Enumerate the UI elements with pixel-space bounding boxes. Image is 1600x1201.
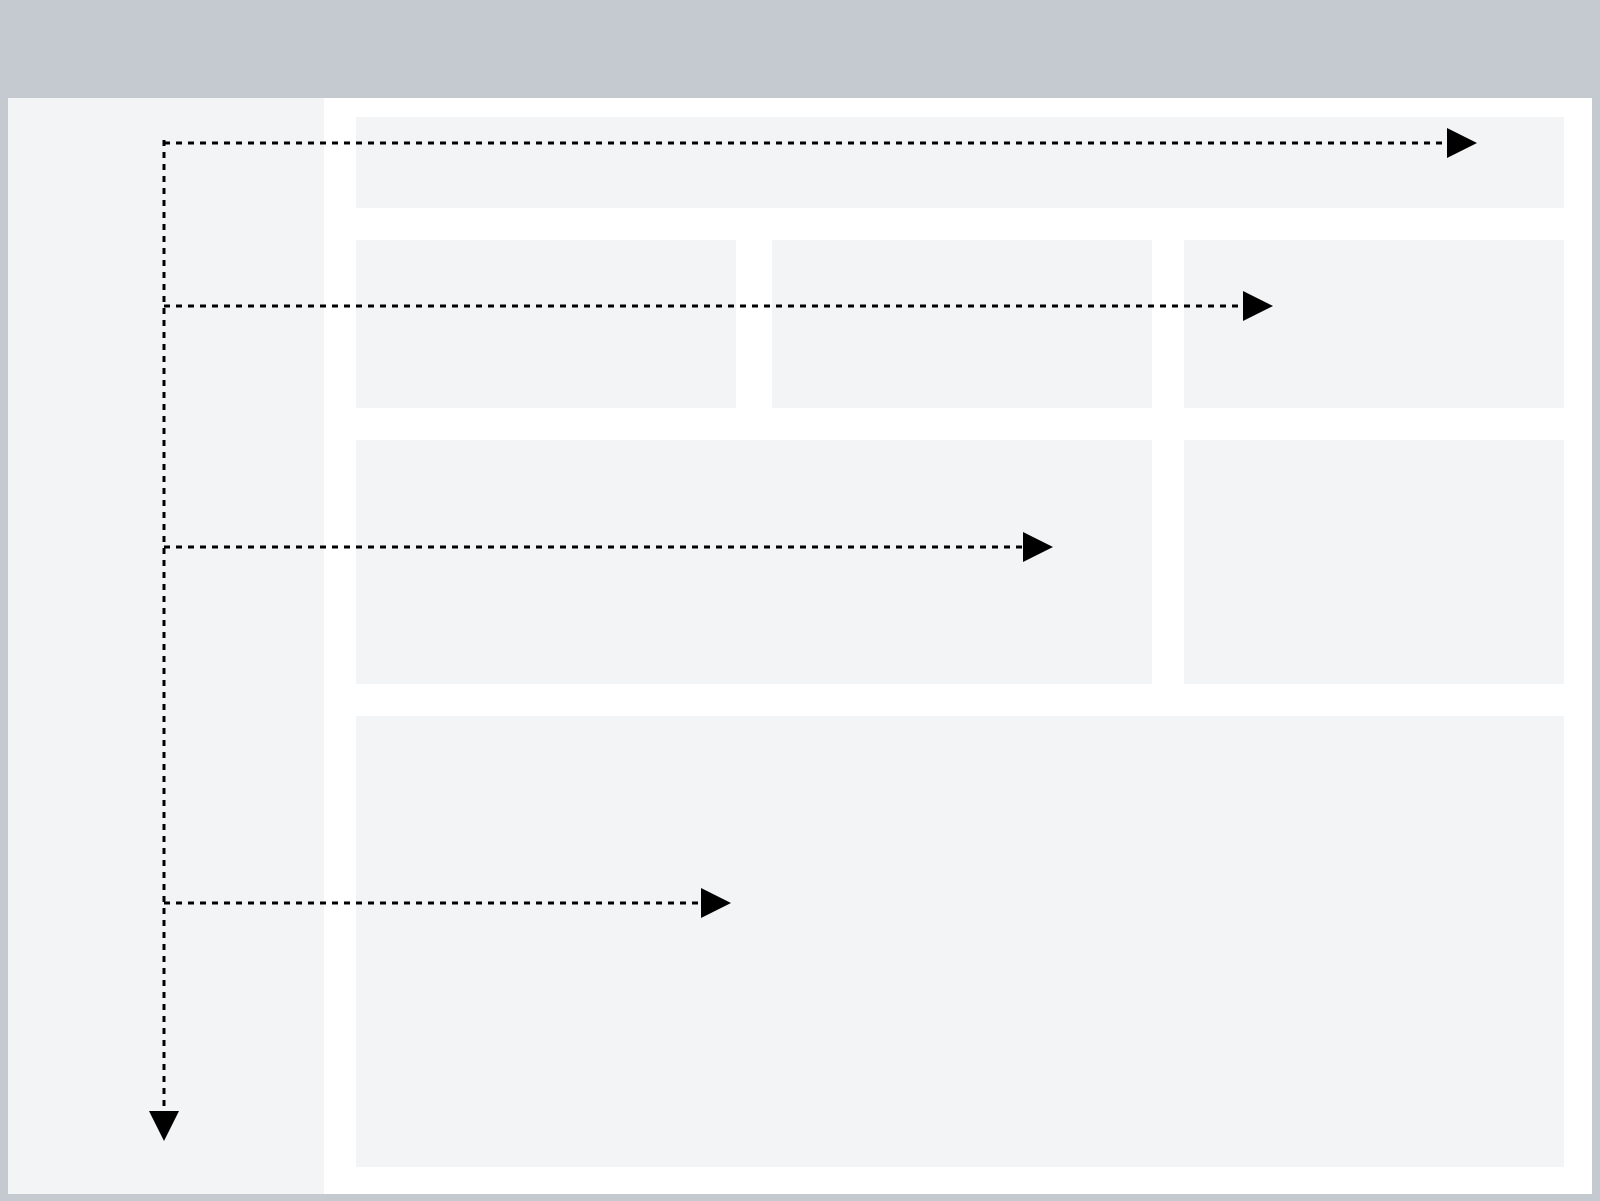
reading-flow-arrows [149, 128, 1477, 1141]
wireframe-diagram [0, 0, 1600, 1201]
